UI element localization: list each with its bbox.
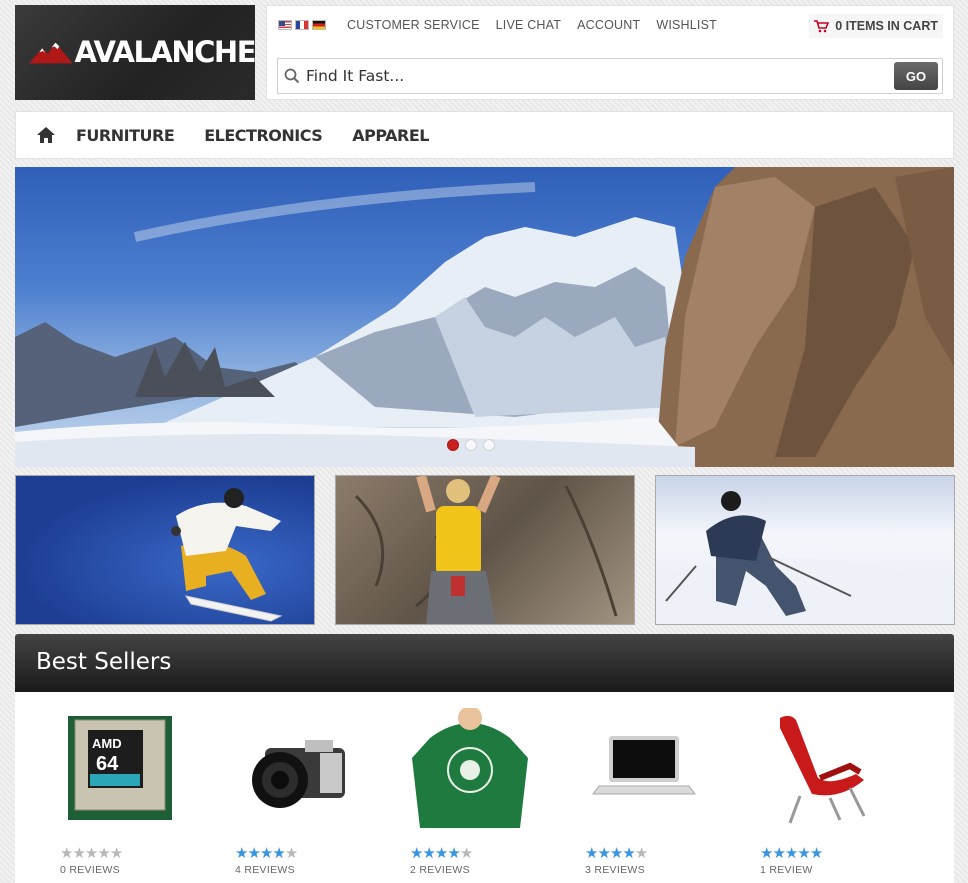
- green-hoodie-image[interactable]: [410, 706, 570, 828]
- slider-dot-1[interactable]: [447, 439, 459, 451]
- slider-dot-2[interactable]: [465, 439, 477, 451]
- rating-stars: ★★★★★: [760, 844, 823, 862]
- promo-tile-snowboard[interactable]: [15, 475, 315, 625]
- climber-image: [354, 476, 618, 624]
- promo-tile-skiing[interactable]: [655, 475, 955, 625]
- home-icon[interactable]: [16, 126, 76, 144]
- amd-athlon-cpu-image[interactable]: AMD 64: [60, 708, 220, 828]
- star-icon: ★: [784, 844, 798, 862]
- star-icon: ★: [597, 844, 610, 862]
- star-icon: ★: [760, 844, 773, 862]
- mountain-hero-image: [15, 167, 954, 467]
- star-icon: ★: [72, 844, 85, 862]
- star-icon: ★: [447, 844, 460, 862]
- search-go-button[interactable]: GO: [894, 62, 938, 90]
- main-nav: FURNITURE ELECTRONICS APPAREL: [15, 111, 954, 159]
- rating-stars: ★★★★★: [585, 844, 648, 862]
- review-count[interactable]: 3 REVIEWS: [585, 864, 645, 876]
- star-icon: ★: [84, 844, 98, 862]
- skier-image: [656, 491, 954, 624]
- search-bar: GO: [277, 58, 943, 94]
- language-selector: [278, 20, 326, 30]
- mountain-logo-icon: [29, 42, 73, 63]
- live-chat-link[interactable]: LIVE CHAT: [496, 18, 561, 32]
- star-icon: ★: [235, 844, 248, 862]
- star-icon: ★: [622, 844, 635, 862]
- star-icon: ★: [459, 844, 473, 862]
- brand-logo[interactable]: AVALANCHE: [15, 5, 257, 100]
- nav-item-apparel[interactable]: APPAREL: [352, 126, 429, 145]
- de-flag-icon[interactable]: [312, 20, 326, 30]
- review-count[interactable]: 4 REVIEWS: [235, 864, 295, 876]
- cart-link[interactable]: 0 ITEMS IN CART: [809, 14, 943, 38]
- top-bar: CUSTOMER SERVICE LIVE CHAT ACCOUNT WISHL…: [266, 5, 954, 100]
- account-link[interactable]: ACCOUNT: [577, 18, 640, 32]
- best-sellers-header: Best Sellers: [15, 634, 954, 692]
- rating-stars: ★★★★★: [410, 844, 473, 862]
- cart-count: 0 ITEMS IN CART: [835, 19, 938, 33]
- wishlist-link[interactable]: WISHLIST: [656, 18, 717, 32]
- star-icon: ★: [109, 844, 123, 862]
- red-chair-image[interactable]: [760, 708, 920, 828]
- brand-name: AVALANCHE: [74, 34, 257, 69]
- rating-stars: ★★★★★: [60, 844, 123, 862]
- top-links: CUSTOMER SERVICE LIVE CHAT ACCOUNT WISHL…: [347, 18, 717, 32]
- camera-image[interactable]: [235, 708, 395, 828]
- snowboarder-image: [171, 488, 283, 622]
- fr-flag-icon[interactable]: [295, 20, 309, 30]
- slider-dot-3[interactable]: [483, 439, 495, 451]
- nav-item-furniture[interactable]: FURNITURE: [76, 126, 175, 145]
- product-card[interactable]: ★★★★★ 4 REVIEWS: [235, 708, 395, 876]
- star-icon: ★: [434, 844, 448, 862]
- star-icon: ★: [272, 844, 285, 862]
- search-icon: [278, 68, 306, 84]
- star-icon: ★: [97, 844, 110, 862]
- star-icon: ★: [634, 844, 648, 862]
- star-icon: ★: [609, 844, 623, 862]
- product-card[interactable]: AMD 64 ★★★★★ 0 REVIEWS: [60, 708, 220, 876]
- svg-text:64: 64: [96, 753, 119, 775]
- star-icon: ★: [259, 844, 273, 862]
- star-icon: ★: [284, 844, 298, 862]
- star-icon: ★: [797, 844, 810, 862]
- product-card[interactable]: ★★★★★ 2 REVIEWS: [410, 706, 570, 876]
- customer-service-link[interactable]: CUSTOMER SERVICE: [347, 18, 480, 32]
- star-icon: ★: [585, 844, 598, 862]
- star-icon: ★: [410, 844, 423, 862]
- star-icon: ★: [247, 844, 260, 862]
- review-count[interactable]: 2 REVIEWS: [410, 864, 470, 876]
- review-count[interactable]: 0 REVIEWS: [60, 864, 120, 876]
- nav-item-electronics[interactable]: ELECTRONICS: [204, 126, 323, 145]
- us-flag-icon[interactable]: [278, 20, 292, 30]
- product-card[interactable]: ★★★★★ 3 REVIEWS: [585, 708, 745, 876]
- rating-stars: ★★★★★: [235, 844, 298, 862]
- svg-text:AMD: AMD: [92, 736, 122, 751]
- cart-icon: [814, 20, 830, 33]
- review-count[interactable]: 1 REVIEW: [760, 864, 813, 876]
- star-icon: ★: [422, 844, 435, 862]
- best-sellers-title: Best Sellers: [36, 649, 172, 675]
- slider-dots: [447, 439, 495, 451]
- star-icon: ★: [809, 844, 823, 862]
- star-icon: ★: [772, 844, 785, 862]
- laptop-image[interactable]: [585, 708, 745, 828]
- product-card[interactable]: ★★★★★ 1 REVIEW: [760, 708, 920, 876]
- best-sellers-list: AMD 64 ★★★★★ 0 REVIEWS ★★★★★ 4 REVIEWS ★…: [15, 692, 954, 883]
- hero-slider[interactable]: [15, 167, 954, 467]
- promo-tile-climbing[interactable]: [335, 475, 635, 625]
- search-input[interactable]: [306, 67, 894, 85]
- star-icon: ★: [60, 844, 73, 862]
